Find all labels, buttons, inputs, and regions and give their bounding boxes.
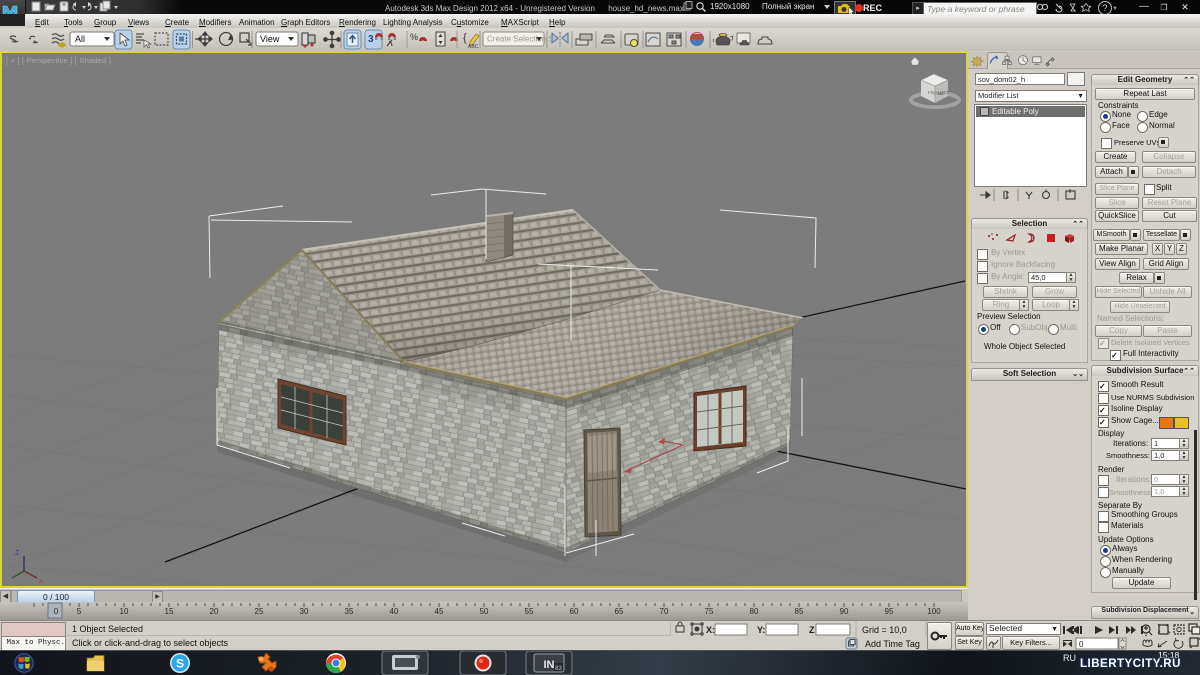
svg-text:IN: IN [544, 659, 555, 671]
svg-text:85: 85 [795, 607, 804, 616]
svg-text:LEFT: LEFT [938, 90, 950, 96]
svg-text:83: 83 [555, 666, 562, 672]
svg-text:15: 15 [165, 607, 174, 616]
svg-text:30: 30 [300, 607, 309, 616]
svg-text:S: S [176, 657, 184, 671]
svg-text:90: 90 [840, 607, 849, 616]
svg-text:ABC: ABC [468, 44, 479, 50]
svg-text:All: All [75, 34, 85, 44]
svg-text:Create Selection Se: Create Selection Se [487, 35, 559, 44]
svg-text:80: 80 [750, 607, 759, 616]
svg-text:25: 25 [255, 607, 264, 616]
svg-text:65: 65 [615, 607, 624, 616]
svg-text:Add Time Tag: Add Time Tag [865, 639, 920, 649]
svg-text:0: 0 [1079, 640, 1084, 649]
svg-text:Y:: Y: [757, 625, 765, 635]
svg-text:x: x [39, 578, 43, 585]
svg-text:75: 75 [705, 607, 714, 616]
svg-text:0: 0 [54, 607, 59, 616]
svg-text:%: % [410, 32, 418, 42]
svg-text:55: 55 [525, 607, 534, 616]
svg-text:5: 5 [77, 607, 82, 616]
svg-text:Z: Z [15, 550, 20, 557]
svg-text:60: 60 [570, 607, 579, 616]
svg-text:50: 50 [480, 607, 489, 616]
svg-text:X:: X: [706, 625, 715, 635]
svg-text:View: View [260, 34, 280, 44]
svg-text:95: 95 [885, 607, 894, 616]
svg-text:20: 20 [210, 607, 219, 616]
svg-text:100: 100 [927, 607, 941, 616]
svg-text:70: 70 [660, 607, 669, 616]
svg-text:35: 35 [345, 607, 354, 616]
svg-text:40: 40 [390, 607, 399, 616]
svg-text:Grid = 10,0: Grid = 10,0 [862, 625, 907, 635]
svg-text:10: 10 [120, 607, 129, 616]
svg-text:3: 3 [368, 34, 374, 45]
svg-text:{: { [463, 32, 467, 44]
svg-text:45: 45 [435, 607, 444, 616]
